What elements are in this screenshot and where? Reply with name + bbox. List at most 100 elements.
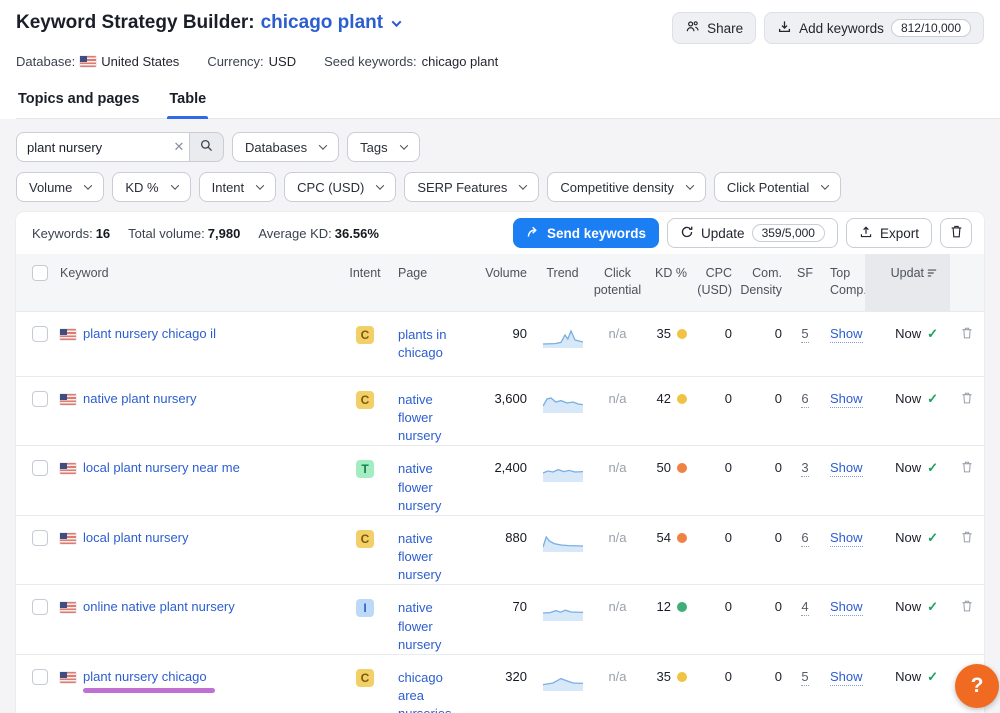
col-com-density[interactable]: Com. Density	[740, 254, 790, 311]
update-cell[interactable]: Now✓	[865, 377, 950, 446]
intent-badge[interactable]: C	[356, 669, 374, 687]
serp-features-filter[interactable]: SERP Features	[404, 172, 539, 202]
col-trend[interactable]: Trend	[535, 254, 590, 311]
page-link[interactable]: chicago area nurseries	[398, 670, 451, 713]
share-button-label: Share	[707, 21, 743, 36]
col-top-comp[interactable]: Top Comp.	[820, 254, 865, 311]
top-comp-link[interactable]: Show	[830, 599, 863, 616]
keyword-link[interactable]: local plant nursery	[83, 530, 189, 545]
tab-table[interactable]: Table	[167, 87, 208, 118]
top-comp-link[interactable]: Show	[830, 391, 863, 408]
tab-topics-and-pages[interactable]: Topics and pages	[16, 87, 141, 118]
sf-link[interactable]: 6	[801, 530, 808, 547]
col-kd[interactable]: KD %	[645, 254, 695, 311]
intent-badge[interactable]: C	[356, 326, 374, 344]
row-delete-button[interactable]	[950, 516, 984, 585]
add-keywords-button[interactable]: Add keywords 812/10,000	[764, 12, 984, 44]
col-keyword[interactable]: Keyword	[56, 254, 345, 311]
search-input[interactable]	[16, 132, 190, 162]
update-button[interactable]: Update 359/5,000	[667, 218, 838, 248]
row-checkbox[interactable]	[32, 599, 48, 615]
chevron-down-icon	[519, 181, 527, 189]
keyword-link[interactable]: plant nursery chicago	[83, 669, 207, 684]
sf-link[interactable]: 4	[801, 599, 808, 616]
top-comp-link[interactable]: Show	[830, 530, 863, 547]
send-arrow-icon	[526, 225, 540, 242]
competitive-density-filter[interactable]: Competitive density	[547, 172, 705, 202]
row-delete-button[interactable]	[950, 312, 984, 376]
trend-cell	[535, 585, 590, 654]
sf-link[interactable]: 6	[801, 391, 808, 408]
cpc-filter[interactable]: CPC (USD)	[284, 172, 396, 202]
col-sf[interactable]: SF	[790, 254, 820, 311]
tags-filter[interactable]: Tags	[347, 132, 419, 162]
update-cell[interactable]: Now✓	[865, 585, 950, 654]
row-delete-button[interactable]	[950, 446, 984, 515]
com-density-value: 0	[740, 655, 790, 713]
sf-link[interactable]: 5	[801, 669, 808, 686]
kd-cell: 35	[645, 312, 695, 376]
col-volume[interactable]: Volume	[480, 254, 535, 311]
row-checkbox[interactable]	[32, 326, 48, 342]
table-row: native plant nursery C native flower nur…	[16, 376, 984, 446]
update-cell[interactable]: Now✓	[865, 516, 950, 585]
top-comp-link[interactable]: Show	[830, 326, 863, 343]
row-checkbox[interactable]	[32, 391, 48, 407]
cpc-value: 0	[695, 377, 740, 446]
trash-icon	[960, 532, 974, 547]
chevron-down-icon[interactable]	[392, 17, 402, 27]
help-button[interactable]: ?	[955, 664, 999, 708]
trash-icon	[960, 601, 974, 616]
trend-sparkline	[543, 671, 583, 691]
keyword-link[interactable]: local plant nursery near me	[83, 460, 240, 475]
refresh-icon	[680, 225, 694, 242]
update-cell[interactable]: Now✓	[865, 312, 950, 376]
share-button[interactable]: Share	[672, 12, 756, 44]
kd-dot-icon	[677, 394, 687, 404]
col-page[interactable]: Page	[385, 254, 480, 311]
keyword-link[interactable]: plant nursery chicago il	[83, 326, 216, 341]
update-cell[interactable]: Now✓	[865, 446, 950, 515]
export-button[interactable]: Export	[846, 218, 932, 248]
delete-all-button[interactable]	[940, 218, 972, 248]
send-keywords-button[interactable]: Send keywords	[513, 218, 659, 248]
row-checkbox[interactable]	[32, 669, 48, 685]
page-link[interactable]: native flower nursery	[398, 600, 441, 651]
intent-badge[interactable]: C	[356, 530, 374, 548]
volume-filter[interactable]: Volume	[16, 172, 104, 202]
trend-cell	[535, 446, 590, 515]
sf-link[interactable]: 5	[801, 326, 808, 343]
click-potential-filter[interactable]: Click Potential	[714, 172, 841, 202]
intent-badge[interactable]: C	[356, 391, 374, 409]
row-checkbox[interactable]	[32, 460, 48, 476]
search-button[interactable]	[190, 132, 224, 162]
trend-sparkline	[543, 601, 583, 621]
kd-filter[interactable]: KD %	[112, 172, 190, 202]
database-value: United States	[101, 54, 179, 69]
col-update[interactable]: Updat	[865, 254, 950, 311]
top-comp-link[interactable]: Show	[830, 669, 863, 686]
keyword-link[interactable]: online native plant nursery	[83, 599, 235, 614]
select-all-checkbox[interactable]	[32, 265, 48, 281]
intent-filter[interactable]: Intent	[199, 172, 277, 202]
databases-filter[interactable]: Databases	[232, 132, 339, 162]
top-comp-link[interactable]: Show	[830, 460, 863, 477]
col-cpc[interactable]: CPC (USD)	[695, 254, 740, 311]
check-icon: ✓	[927, 599, 938, 614]
sf-link[interactable]: 3	[801, 460, 808, 477]
page-link[interactable]: native flower nursery	[398, 531, 441, 582]
row-delete-button[interactable]	[950, 585, 984, 654]
intent-badge[interactable]: T	[356, 460, 374, 478]
page-link[interactable]: plants in chicago	[398, 327, 446, 360]
row-delete-button[interactable]	[950, 377, 984, 446]
page-link[interactable]: native flower nursery	[398, 392, 441, 443]
project-name[interactable]: chicago plant	[261, 12, 383, 34]
col-click-potential[interactable]: Click potential	[590, 254, 645, 311]
clear-search-icon[interactable]: ✕	[168, 132, 190, 162]
col-intent[interactable]: Intent	[345, 254, 385, 311]
update-cell[interactable]: Now✓	[865, 655, 950, 713]
intent-badge[interactable]: I	[356, 599, 374, 617]
page-link[interactable]: native flower nursery	[398, 461, 441, 512]
keyword-link[interactable]: native plant nursery	[83, 391, 196, 406]
row-checkbox[interactable]	[32, 530, 48, 546]
